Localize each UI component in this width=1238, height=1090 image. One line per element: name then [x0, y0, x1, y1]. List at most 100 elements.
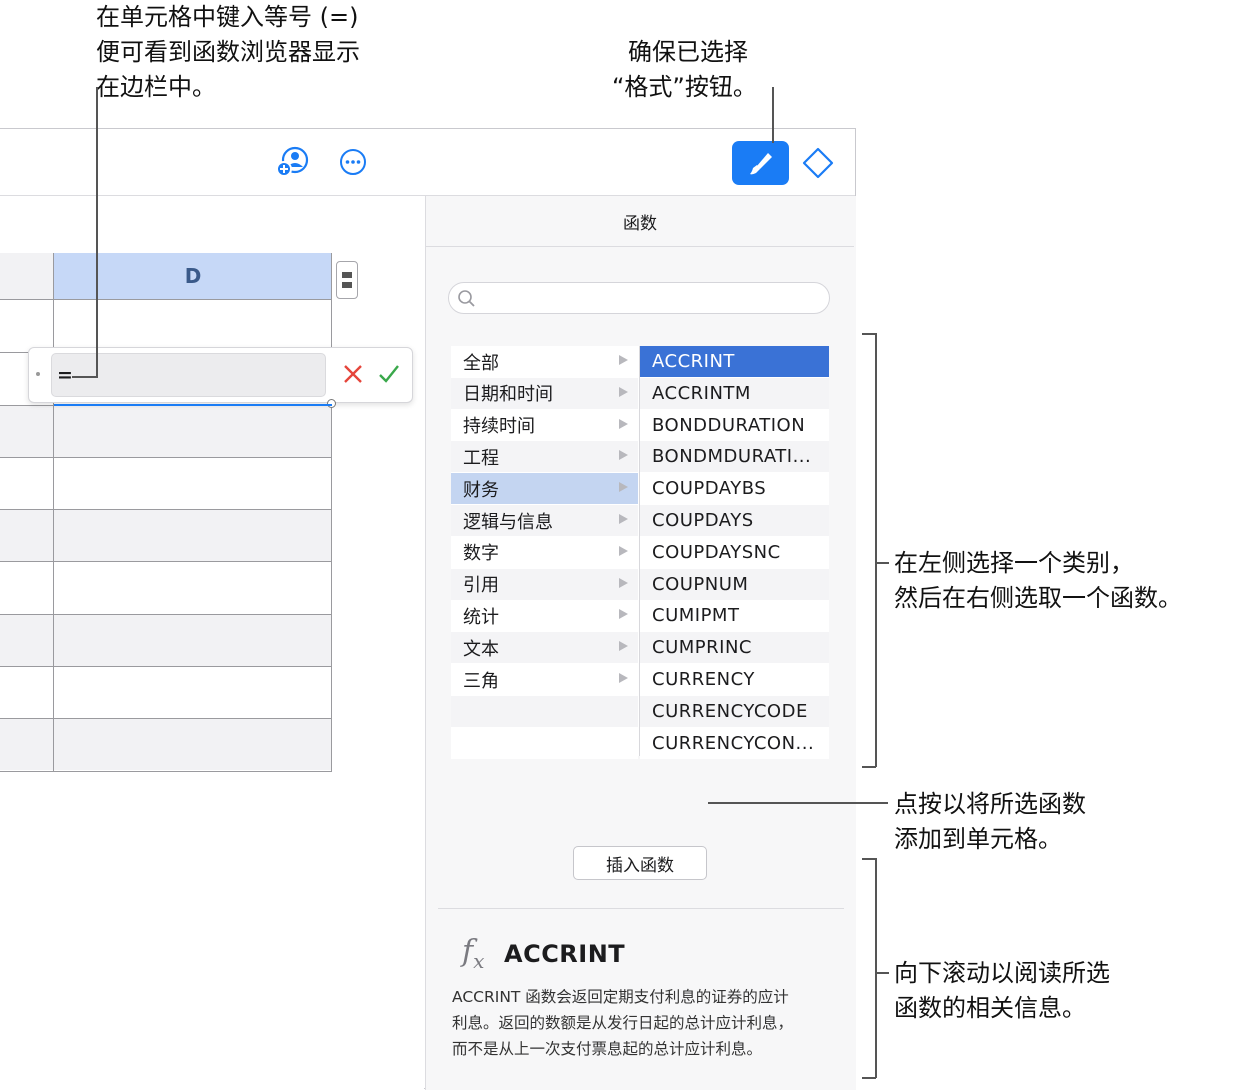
bracket-bottom	[862, 766, 876, 768]
disclosure-arrow-icon	[619, 387, 628, 397]
annotation-format-button: 确保已选择 “格式”按钮。	[612, 35, 757, 105]
category-item[interactable]: 全部	[451, 346, 638, 377]
bracket-top-2	[862, 858, 876, 860]
organize-icon	[798, 143, 838, 183]
function-item[interactable]: ACCRINTM	[640, 378, 829, 409]
category-empty-row	[451, 696, 638, 727]
annotation-line: 便可看到函数浏览器显示	[96, 35, 360, 70]
formula-text: =	[57, 364, 73, 386]
category-item[interactable]: 逻辑与信息	[451, 505, 638, 536]
bracket-description	[875, 858, 877, 1078]
category-label: 三角	[463, 667, 499, 693]
bracket-pointer	[875, 562, 889, 564]
function-item[interactable]: CURRENCY	[640, 664, 829, 695]
category-label: 统计	[463, 603, 499, 629]
more-icon	[338, 147, 368, 177]
annotation-line: 然后在右侧选取一个函数。	[894, 581, 1182, 616]
function-item[interactable]: COUPDAYBS	[640, 473, 829, 504]
category-item[interactable]: 引用	[451, 569, 638, 600]
sheet-canvas[interactable]: D =	[0, 196, 424, 1090]
category-item[interactable]: 日期和时间	[451, 378, 638, 409]
bracket-function-lists	[875, 333, 877, 767]
insert-function-button[interactable]: 插入函数	[573, 846, 707, 880]
category-label: 数字	[463, 539, 499, 565]
fx-icon: fx	[462, 934, 484, 973]
search-icon	[457, 289, 477, 309]
function-item[interactable]: COUPNUM	[640, 569, 829, 600]
function-item[interactable]: CURRENCYCON...	[640, 728, 829, 759]
annotation-line: 在单元格中键入等号 (=)	[96, 0, 360, 35]
callout-tick-formula	[72, 376, 98, 378]
selection-border	[54, 404, 332, 406]
category-item[interactable]: 统计	[451, 600, 638, 631]
category-item[interactable]: 三角	[451, 664, 638, 695]
category-item[interactable]: 数字	[451, 537, 638, 568]
column-header-c[interactable]	[0, 253, 54, 299]
category-item[interactable]: 财务	[451, 473, 638, 504]
annotation-scroll: 向下滚动以阅读所选 函数的相关信息。	[894, 956, 1110, 1026]
disclosure-arrow-icon	[619, 419, 628, 429]
column-handle[interactable]	[336, 261, 358, 299]
bracket-bottom-2	[862, 1077, 876, 1079]
confirm-button[interactable]	[377, 362, 401, 386]
category-item[interactable]: 持续时间	[451, 410, 638, 441]
search-input[interactable]	[448, 282, 830, 314]
disclosure-arrow-icon	[619, 673, 628, 683]
description-line: 利息。返回的数额是从发行日起的总计应计利息，	[452, 1010, 844, 1036]
function-item[interactable]: CUMIPMT	[640, 600, 829, 631]
disclosure-arrow-icon	[619, 450, 628, 460]
function-detail-name: ACCRINT	[504, 940, 625, 968]
more-button[interactable]	[338, 147, 368, 177]
cancel-button[interactable]	[342, 363, 364, 385]
description-line: ACCRINT 函数会返回定期支付利息的证券的应计	[452, 984, 844, 1010]
function-item[interactable]: ACCRINT	[640, 346, 829, 377]
collaborate-button[interactable]	[274, 145, 310, 179]
callout-line-formula	[96, 87, 98, 377]
callout-line-format	[772, 87, 774, 143]
disclosure-arrow-icon	[619, 578, 628, 588]
category-label: 工程	[463, 444, 499, 470]
function-item[interactable]: COUPDAYS	[640, 505, 829, 536]
annotation-line: 点按以将所选函数	[894, 787, 1086, 822]
annotation-insert: 点按以将所选函数 添加到单元格。	[894, 787, 1086, 857]
formula-editor[interactable]: =	[28, 347, 413, 403]
category-empty-row	[451, 728, 638, 759]
annotation-line: 添加到单元格。	[894, 822, 1086, 857]
category-label: 全部	[463, 349, 499, 375]
category-label: 日期和时间	[463, 380, 553, 406]
disclosure-arrow-icon	[619, 482, 628, 492]
function-item[interactable]: COUPDAYSNC	[640, 537, 829, 568]
organize-button[interactable]	[798, 143, 838, 183]
drag-handle[interactable]	[36, 372, 40, 376]
numbers-window: D =	[0, 128, 856, 1089]
cancel-icon	[342, 363, 364, 385]
function-item[interactable]: BONDMDURATI...	[640, 441, 829, 472]
category-label: 文本	[463, 635, 499, 661]
annotation-line: “格式”按钮。	[612, 70, 757, 105]
callout-line-insert	[708, 802, 888, 804]
category-list[interactable]: 全部日期和时间持续时间工程财务逻辑与信息数字引用统计文本三角	[451, 346, 639, 756]
format-sidebar: 函数 全部日期和时间持续时间工程财务逻辑与信息数字引用统计文本三角 ACCRIN…	[425, 196, 856, 1090]
annotation-line: 在边栏中。	[96, 70, 360, 105]
annotation-formula: 在单元格中键入等号 (=) 便可看到函数浏览器显示 在边栏中。	[96, 0, 360, 105]
function-item[interactable]: BONDDURATION	[640, 410, 829, 441]
function-item[interactable]: CUMPRINC	[640, 632, 829, 663]
function-item[interactable]: CURRENCYCODE	[640, 696, 829, 727]
annotation-line: 在左侧选择一个类别，	[894, 546, 1182, 581]
annotation-line: 确保已选择	[612, 35, 757, 70]
category-item[interactable]: 工程	[451, 441, 638, 472]
format-button[interactable]	[732, 141, 789, 185]
function-detail-description: ACCRINT 函数会返回定期支付利息的证券的应计 利息。返回的数额是从发行日起…	[452, 984, 844, 1062]
category-label: 财务	[463, 476, 499, 502]
description-line: 而不是从上一次支付票息起的总计应计利息。	[452, 1036, 844, 1062]
format-brush-icon	[746, 148, 776, 178]
function-list[interactable]: ACCRINTACCRINTMBONDDURATIONBONDMDURATI..…	[640, 346, 829, 756]
detail-divider	[438, 908, 844, 909]
category-item[interactable]: 文本	[451, 632, 638, 663]
category-label: 持续时间	[463, 412, 535, 438]
formula-field[interactable]: =	[51, 353, 326, 397]
annotation-line: 向下滚动以阅读所选	[894, 956, 1110, 991]
category-label: 引用	[463, 571, 499, 597]
collaborate-icon	[274, 145, 310, 179]
confirm-icon	[377, 362, 401, 386]
